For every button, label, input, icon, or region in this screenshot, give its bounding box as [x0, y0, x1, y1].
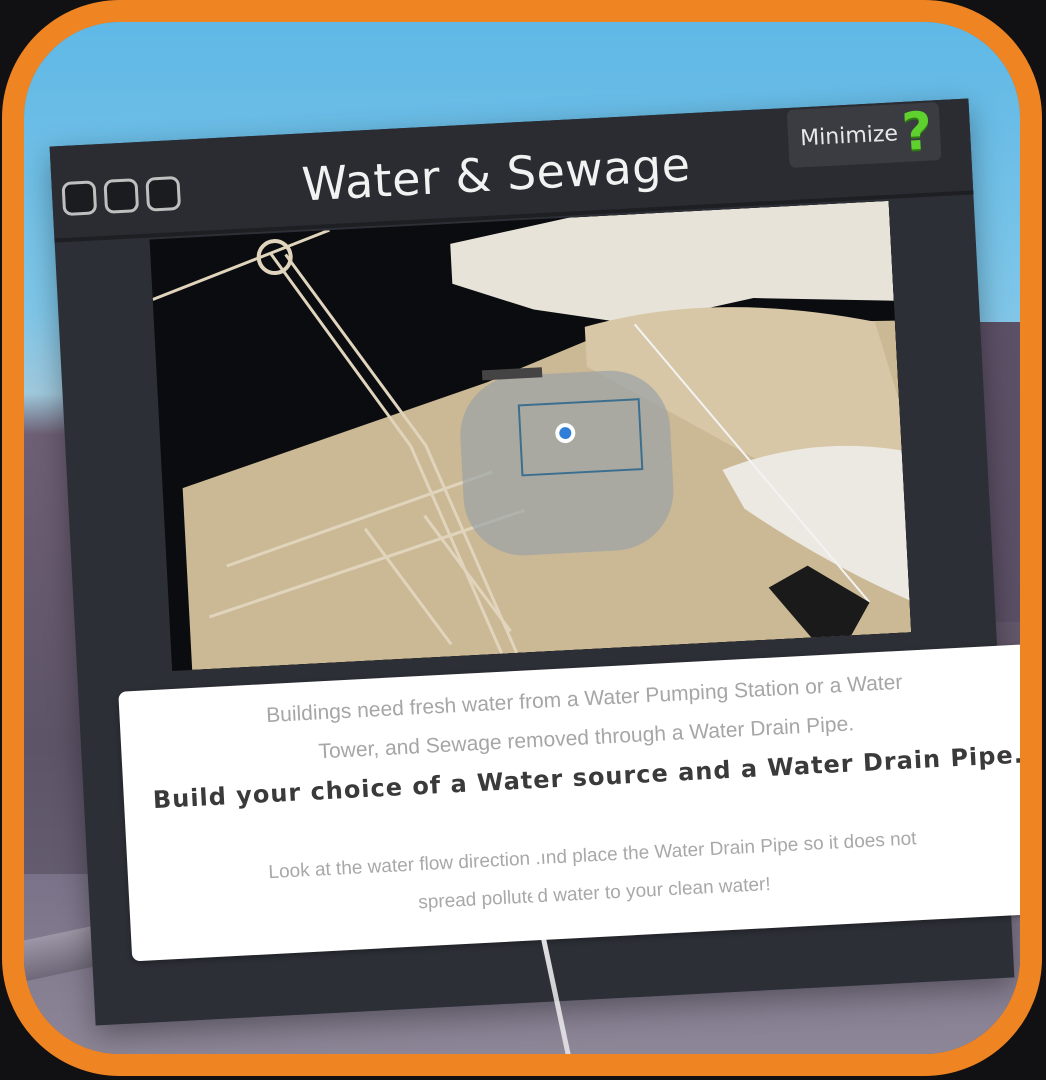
window-buttons [61, 175, 182, 217]
window-button-1[interactable] [61, 180, 98, 217]
help-icon[interactable]: ? [900, 102, 933, 163]
screenshot-frame: Water & Sewage Minimize ? Buildings need… [2, 0, 1042, 1076]
preview-scene [149, 200, 912, 671]
preview-placement-zone [460, 370, 674, 556]
minimize-button[interactable]: Minimize ? [786, 102, 942, 168]
panel-title: Water & Sewage [300, 137, 692, 212]
tutorial-video-preview [149, 200, 912, 671]
minimize-label: Minimize [799, 120, 899, 151]
window-button-2[interactable] [103, 178, 140, 214]
window-button-3[interactable] [145, 175, 182, 212]
instruction-card: Buildings need fresh water from a Water … [118, 643, 1020, 962]
